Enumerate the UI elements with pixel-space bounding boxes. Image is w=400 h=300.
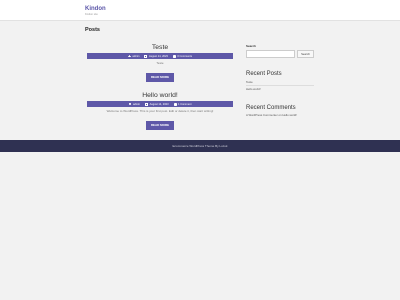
site-header: Kindon Kindon site bbox=[0, 0, 400, 21]
comment-icon bbox=[173, 102, 177, 106]
site-tagline: Kindon site bbox=[85, 13, 98, 16]
calendar-icon bbox=[144, 54, 148, 58]
post-title-link[interactable]: Hello world! bbox=[87, 92, 233, 100]
recent-posts-title: Recent Posts bbox=[246, 71, 282, 77]
post-meta-bar: admin August 14, 2023 0 Comments bbox=[87, 53, 233, 59]
recent-comments-widget: Recent Comments A WordPress Commenter on… bbox=[246, 105, 314, 117]
post-card: Teste admin August 14, 2023 0 Comments T… bbox=[87, 44, 233, 83]
recent-post-link[interactable]: Hello world! bbox=[246, 86, 314, 92]
recent-post-link[interactable]: Teste bbox=[246, 79, 314, 86]
post-author[interactable]: admin bbox=[128, 54, 140, 58]
post-author-label: admin bbox=[132, 54, 140, 58]
comment-icon bbox=[172, 54, 176, 58]
post-date[interactable]: August 14, 2023 bbox=[144, 54, 168, 58]
post-date-label: August 14, 2023 bbox=[149, 102, 169, 106]
post-comments-label: 0 Comments bbox=[177, 54, 193, 58]
user-icon bbox=[128, 102, 132, 106]
post-title-link[interactable]: Teste bbox=[87, 44, 233, 52]
post-card: Hello world! admin August 14, 2023 1 Com… bbox=[87, 92, 233, 131]
search-form: Search bbox=[246, 49, 314, 58]
post-meta-bar: admin August 14, 2023 1 Comment bbox=[87, 101, 233, 107]
user-icon bbox=[128, 54, 131, 58]
post-date-label: August 14, 2023 bbox=[148, 54, 168, 58]
site-title-link[interactable]: Kindon bbox=[85, 6, 106, 12]
search-widget: Search Search bbox=[246, 44, 314, 58]
post-comments[interactable]: 1 Comment bbox=[173, 102, 192, 106]
read-more-button[interactable]: READ MORE bbox=[146, 72, 174, 82]
page-title: Posts bbox=[85, 27, 100, 33]
footer-credit-link[interactable]: Ecommerce WordPress Theme By Luzuk bbox=[173, 144, 228, 148]
post-comments-label: 1 Comment bbox=[178, 102, 192, 106]
site-footer: Ecommerce WordPress Theme By Luzuk bbox=[0, 140, 400, 152]
calendar-icon bbox=[145, 102, 149, 106]
post-comments[interactable]: 0 Comments bbox=[172, 54, 193, 58]
post-excerpt: Welcome to WordPress. This is your first… bbox=[106, 109, 214, 113]
search-input[interactable] bbox=[246, 49, 295, 58]
comment-post-link[interactable]: Hello world! bbox=[282, 113, 297, 117]
post-author[interactable]: admin bbox=[128, 102, 141, 106]
search-label: Search bbox=[246, 44, 257, 48]
search-button[interactable]: Search bbox=[297, 49, 314, 58]
recent-comment-item: A WordPress Commenter on Hello world! bbox=[246, 111, 314, 117]
recent-posts-widget: Recent Posts Teste Hello world! bbox=[246, 71, 314, 92]
read-more-button[interactable]: READ MORE bbox=[146, 120, 174, 130]
post-date[interactable]: August 14, 2023 bbox=[145, 102, 169, 106]
post-author-label: admin bbox=[133, 102, 141, 106]
comment-author-link[interactable]: A WordPress Commenter bbox=[246, 113, 278, 117]
post-excerpt: Teste bbox=[156, 61, 164, 65]
recent-posts-list: Teste Hello world! bbox=[246, 79, 314, 92]
